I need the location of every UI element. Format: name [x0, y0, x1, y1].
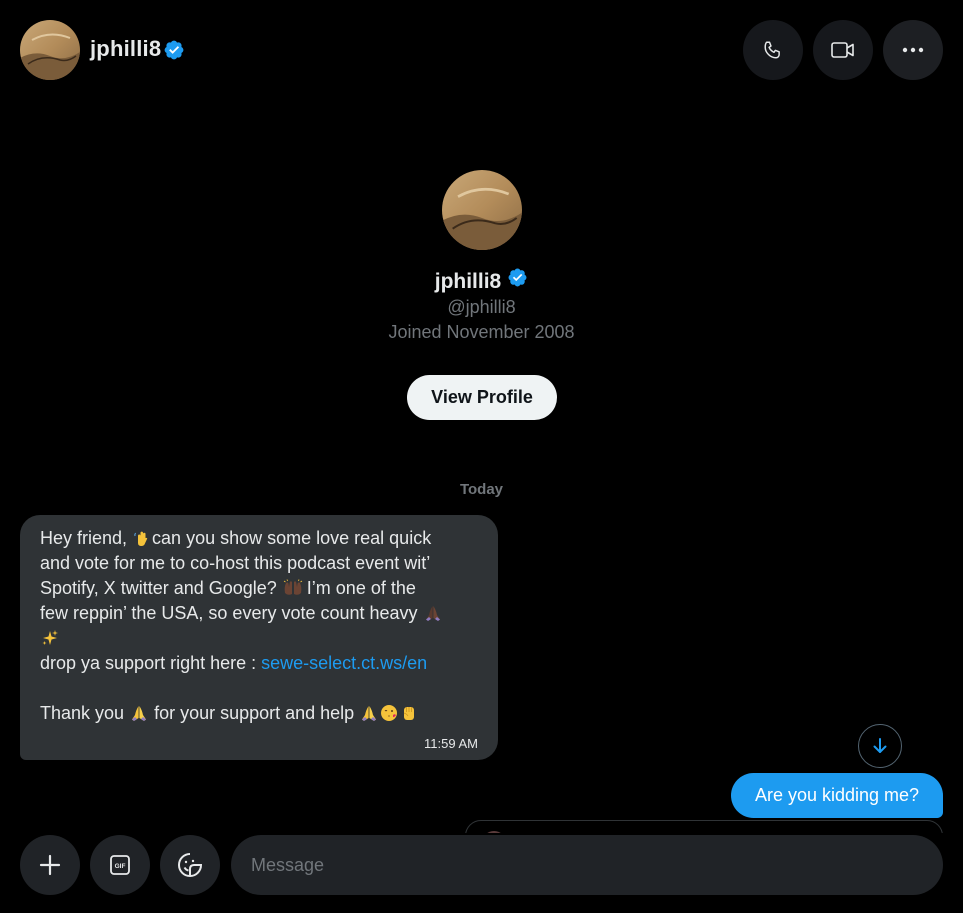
verified-badge-icon — [163, 39, 185, 66]
message-text: Thank you — [40, 703, 130, 723]
scroll-to-bottom-button[interactable] — [858, 724, 902, 768]
profile-handle: @jphilli8 — [447, 297, 516, 317]
date-separator: Today — [459, 481, 504, 498]
message-text: I’m one of the — [301, 578, 416, 598]
message-line: few reppin’ the USA, so every vote count… — [40, 601, 478, 626]
profile-avatar[interactable] — [442, 170, 522, 250]
conversation-header: jphilli8 — [0, 0, 963, 100]
message-text: can you show some love real quick — [152, 528, 432, 548]
arrow-down-icon — [873, 738, 887, 753]
add-attachment-button[interactable] — [20, 835, 80, 895]
message-text: few reppin’ the USA, so every vote count… — [40, 603, 423, 623]
gif-button[interactable]: GIF — [90, 835, 150, 895]
message-line: drop ya support right here : sewe-select… — [40, 651, 478, 676]
message-line: Hey friend, can you show some love real … — [40, 526, 478, 551]
header-avatar[interactable] — [20, 20, 80, 80]
phone-icon — [764, 41, 780, 59]
raised-hands-dark-emoji-icon — [283, 579, 303, 597]
message-input[interactable] — [231, 835, 943, 895]
video-call-button[interactable] — [813, 20, 873, 80]
message-text: Spotify, X twitter and Google? — [40, 578, 282, 598]
message-line: and vote for me to co-host this podcast … — [40, 553, 431, 573]
message-text: for your support and help — [149, 703, 360, 723]
header-username[interactable]: jphilli8 — [90, 36, 161, 62]
plus-icon — [39, 854, 61, 876]
folded-hands-dark-emoji-icon — [424, 604, 442, 622]
profile-name-row: jphilli8 — [0, 267, 963, 294]
message-timestamp: 11:59 AM — [424, 736, 478, 751]
emoji-button[interactable] — [160, 835, 220, 895]
folded-hands-emoji-icon — [130, 704, 148, 722]
message-text: Hey friend, — [40, 528, 133, 548]
video-icon — [831, 42, 854, 58]
more-icon — [902, 47, 924, 53]
emoji-icon — [178, 853, 203, 877]
message-line — [40, 626, 478, 651]
verified-badge-icon — [507, 267, 528, 294]
incoming-message-bubble[interactable]: Hey friend, can you show some love real … — [20, 515, 498, 760]
profile-display-name: jphilli8 — [434, 270, 502, 293]
message-line: Thank you for your support and help — [40, 701, 478, 726]
message-line-empty — [40, 676, 478, 701]
message-link[interactable]: sewe-select.ct.ws/en — [261, 653, 427, 673]
profile-joined-date: Joined November 2008 — [388, 322, 575, 342]
message-line: Spotify, X twitter and Google? I’m one o… — [40, 576, 478, 601]
sparkles-emoji-icon — [41, 629, 59, 647]
raised-fist-emoji-icon — [400, 704, 418, 722]
outgoing-message-bubble[interactable]: Are you kidding me? — [731, 773, 943, 818]
folded-hands-emoji-icon — [360, 704, 378, 722]
call-button[interactable] — [743, 20, 803, 80]
message-text: drop ya support right here : — [40, 653, 262, 673]
view-profile-button[interactable]: View Profile — [407, 375, 557, 420]
gif-icon: GIF — [110, 855, 130, 875]
waving-hand-emoji-icon — [133, 529, 151, 547]
more-options-button[interactable] — [883, 20, 943, 80]
dm-conversation-page: jphilli8 jphilli8 @jphilli8 Joined Novem… — [0, 0, 963, 913]
face-blowing-kiss-emoji-icon — [380, 704, 398, 722]
message-composer: GIF — [0, 833, 963, 913]
gif-icon-label: GIF — [115, 863, 126, 870]
